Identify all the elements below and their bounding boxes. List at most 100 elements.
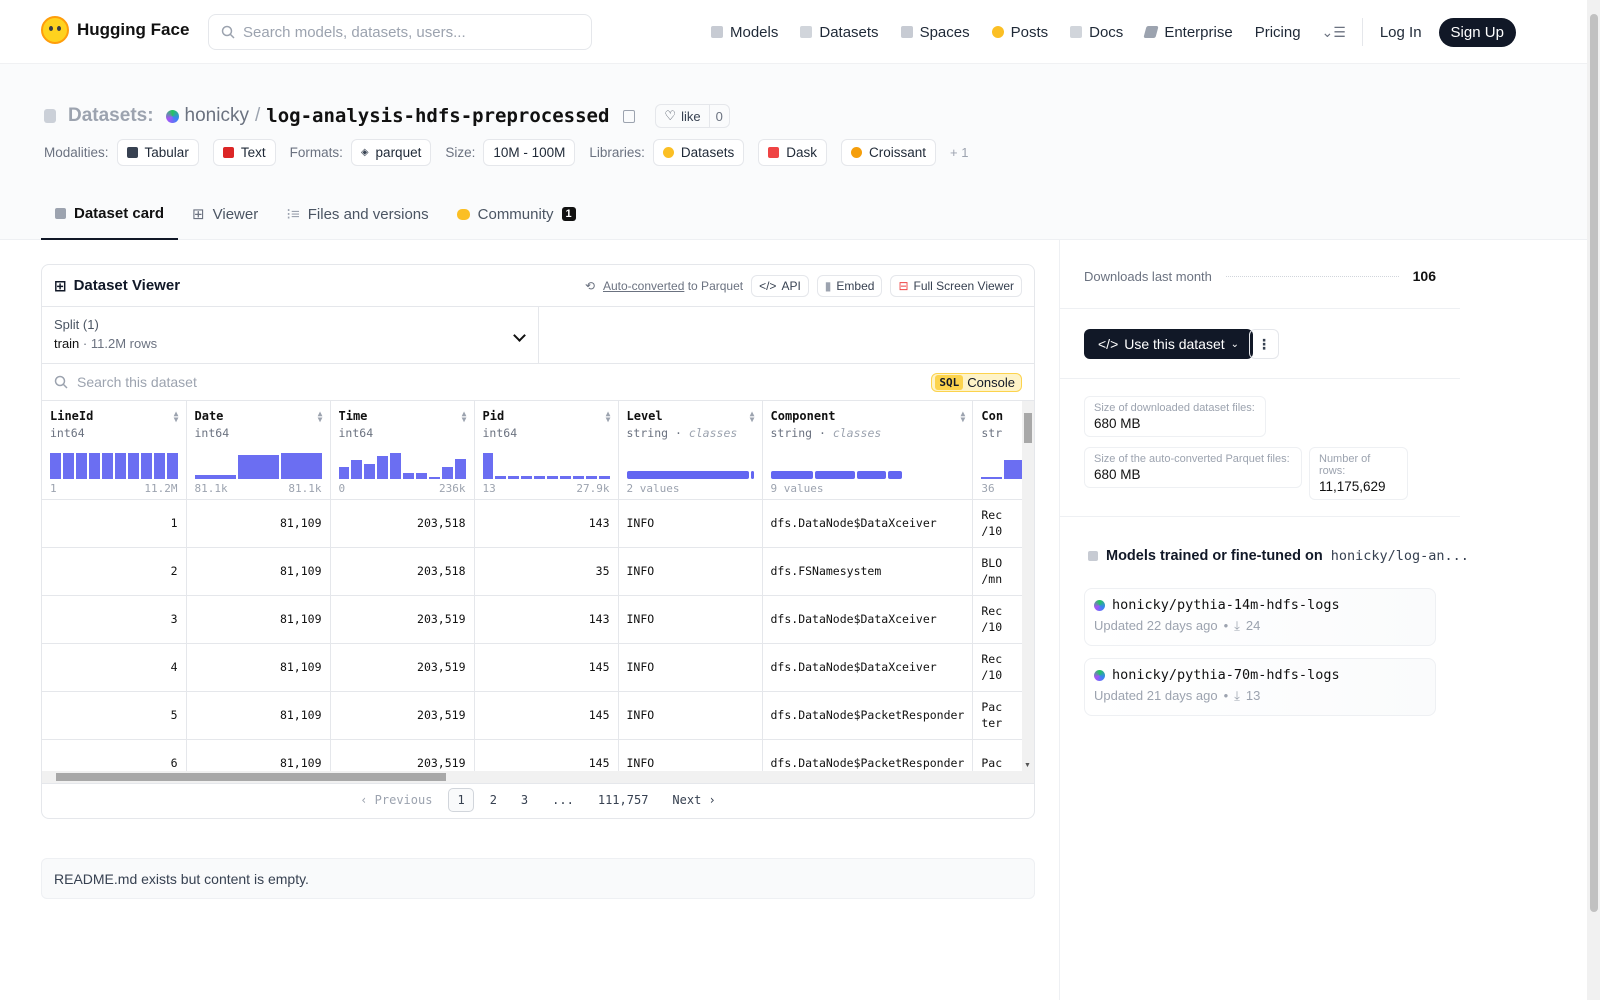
use-dataset-button[interactable]: </> Use this dataset ⌄ xyxy=(1084,329,1254,359)
sort-icon[interactable]: ▲ ▼ xyxy=(462,410,467,424)
text-icon xyxy=(222,147,234,158)
page-scrollbar[interactable] xyxy=(1587,0,1600,1000)
tab-files[interactable]: ⁝≡ Files and versions xyxy=(272,188,442,240)
tab-viewer[interactable]: ⊞ Viewer xyxy=(178,188,272,240)
sort-icon[interactable]: ▲ ▼ xyxy=(318,410,323,424)
datasets-prefix[interactable]: Datasets: xyxy=(68,105,154,127)
sort-icon[interactable]: ▲ ▼ xyxy=(606,410,611,424)
table-row[interactable]: 6 81,109 203,519 145 INFO dfs.DataNode$Packet… xyxy=(42,739,1034,771)
path-slash: / xyxy=(254,105,261,126)
nav-spaces[interactable]: Spaces xyxy=(890,24,981,41)
nav-posts[interactable]: Posts xyxy=(981,24,1060,41)
downloads-row: Downloads last month 106 xyxy=(1084,268,1436,284)
tag-dask[interactable]: Dask xyxy=(758,139,827,166)
viewer-title-text: Dataset Viewer xyxy=(73,277,181,294)
login-link[interactable]: Log In xyxy=(1369,24,1433,41)
models-dataset-link[interactable]: honicky/log-an... xyxy=(1331,548,1469,564)
embed-button[interactable]: ▮ Embed xyxy=(816,274,883,297)
sort-icon[interactable]: ▲ ▼ xyxy=(961,410,966,424)
next-page[interactable]: Next › xyxy=(664,789,723,811)
table-row[interactable]: 4 81,109 203,519 145 INFO dfs.DataNode$DataXc… xyxy=(42,643,1034,692)
col-date[interactable]: Date int64 ▲ ▼ 81.1k 81.1k xyxy=(186,401,331,500)
nav-pricing[interactable]: Pricing xyxy=(1244,24,1312,41)
tag-datasets-lib[interactable]: Datasets xyxy=(652,139,745,166)
nav-enterprise[interactable]: Enterprise xyxy=(1134,24,1243,41)
nav-models[interactable]: Models xyxy=(700,24,789,41)
tag-croissant[interactable]: Croissant xyxy=(840,139,936,166)
table-row[interactable]: 5 81,109 203,519 145 INFO dfs.DataNode$Packet… xyxy=(42,691,1034,740)
tab-dataset-card[interactable]: Dataset card xyxy=(41,188,179,240)
sort-icon[interactable]: ▲ ▼ xyxy=(750,410,755,424)
sort-icon[interactable]: ▲ ▼ xyxy=(174,410,179,424)
page-2[interactable]: 2 xyxy=(482,789,505,811)
models-title: Models trained or fine-tuned on xyxy=(1106,548,1323,564)
tag-parquet[interactable]: ◈ parquet xyxy=(350,139,432,166)
global-search[interactable] xyxy=(208,14,592,50)
tag-tabular[interactable]: Tabular xyxy=(116,139,199,166)
more-options-icon[interactable]: ⋮ xyxy=(1249,329,1279,359)
histogram xyxy=(981,453,1025,479)
downloads-count: 106 xyxy=(1412,268,1436,284)
model-card[interactable]: honicky/pythia-70m-hdfs-logs Updated 21 … xyxy=(1084,658,1436,716)
auto-converted-link[interactable]: Auto-converted to Parquet xyxy=(603,279,743,293)
tab-community[interactable]: Community 1 xyxy=(443,188,590,240)
nav-datasets[interactable]: Datasets xyxy=(789,24,889,41)
sql-console-button[interactable]: SQL Console xyxy=(931,372,1022,392)
data-table-wrapper[interactable]: LineId int64 ▲ ▼ 1 11.2M Date int64 ▲ ▼ 81.… xyxy=(42,401,1034,771)
model-meta: Updated 22 days ago • ⤓ 24 xyxy=(1094,618,1426,634)
fullscreen-icon: ⊟ xyxy=(898,278,909,293)
dataset-name[interactable]: log-analysis-hdfs-preprocessed xyxy=(266,105,609,127)
scroll-thumb[interactable] xyxy=(56,773,446,781)
split-selector[interactable]: Split (1) train · 11.2M rows xyxy=(42,307,539,363)
brand-logo[interactable]: Hugging Face xyxy=(41,16,189,44)
downloads-label: Downloads last month xyxy=(1084,268,1212,284)
signup-button[interactable]: Sign Up xyxy=(1438,17,1516,47)
use-dataset-label: Use this dataset xyxy=(1124,336,1225,352)
col-time[interactable]: Time int64 ▲ ▼ 0 236k xyxy=(330,401,475,500)
table-row[interactable]: 2 81,109 203,518 35 INFO dfs.FSNamesystem BLO … xyxy=(42,547,1034,596)
model-meta: Updated 21 days ago • ⤓ 13 xyxy=(1094,688,1426,704)
scroll-thumb[interactable] xyxy=(1024,413,1032,443)
nav-docs[interactable]: Docs xyxy=(1059,24,1134,41)
readme-notice: README.md exists but content is empty. xyxy=(41,858,1035,899)
stat-key: Size of the auto-converted Parquet files… xyxy=(1094,453,1290,465)
cell-time: 203,519 xyxy=(330,739,475,771)
horizontal-scrollbar[interactable] xyxy=(42,771,1034,783)
col-level[interactable]: Level string · classes ▲ ▼ 2 values xyxy=(618,401,763,500)
search-input[interactable] xyxy=(243,23,591,41)
model-updated: Updated 22 days ago xyxy=(1094,618,1218,633)
col-pid[interactable]: Pid int64 ▲ ▼ 13 27.9k xyxy=(474,401,619,500)
org-link[interactable]: honicky xyxy=(185,105,249,127)
page-scroll-thumb[interactable] xyxy=(1590,14,1598,912)
full-screen-button[interactable]: ⊟ Full Screen Viewer xyxy=(890,274,1022,297)
page-3[interactable]: 3 xyxy=(513,789,536,811)
page-last[interactable]: 111,757 xyxy=(590,789,657,811)
vertical-scrollbar[interactable]: ▼ xyxy=(1022,401,1034,771)
tag-text[interactable]: Text xyxy=(212,139,276,166)
more-libraries[interactable]: + 1 xyxy=(950,145,968,160)
page-1[interactable]: 1 xyxy=(448,787,474,812)
dataset-search[interactable]: SQLConsole xyxy=(42,364,1034,401)
search-icon xyxy=(54,375,68,389)
range-max: 236k xyxy=(439,481,466,495)
stat-key: Number of rows: xyxy=(1319,453,1371,477)
cell-level: INFO xyxy=(618,739,763,771)
model-card[interactable]: honicky/pythia-14m-hdfs-logs Updated 22 … xyxy=(1084,588,1436,646)
table-row[interactable]: 3 81,109 203,519 143 INFO dfs.DataNode$DataXc… xyxy=(42,595,1034,644)
col-lineid[interactable]: LineId int64 ▲ ▼ 1 11.2M xyxy=(42,401,187,500)
like-count[interactable]: 0 xyxy=(708,105,729,127)
chevron-down-icon: ⌄ xyxy=(1230,338,1240,350)
tag-size[interactable]: 10M - 100M xyxy=(483,139,576,166)
sql-label: SQL xyxy=(935,374,964,390)
dataset-search-input[interactable] xyxy=(77,374,923,390)
previous-page[interactable]: ‹ Previous xyxy=(352,789,440,811)
cell-component: dfs.DataNode$DataXceiver xyxy=(762,499,974,548)
copy-icon[interactable] xyxy=(623,109,636,123)
scroll-down-icon[interactable]: ▼ xyxy=(1024,762,1031,769)
table-row[interactable]: 1 81,109 203,518 143 INFO dfs.DataNode$DataXc… xyxy=(42,499,1034,548)
col-component[interactable]: Component string · classes ▲ ▼ 9 values xyxy=(762,401,974,500)
split-count: Split (1) xyxy=(54,317,99,332)
more-menu-icon[interactable]: ⌄☰ xyxy=(1312,24,1356,41)
like-button[interactable]: ♡ like 0 xyxy=(655,104,730,128)
api-button[interactable]: </> API xyxy=(751,274,809,297)
